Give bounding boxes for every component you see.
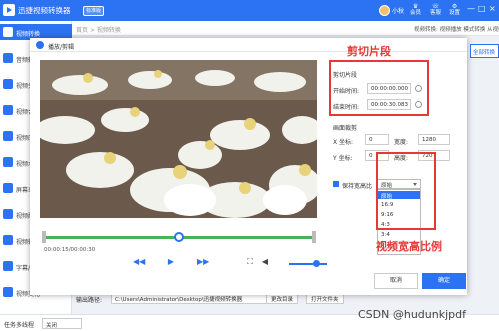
sparkle-icon <box>3 287 13 297</box>
avatar[interactable] <box>379 5 390 16</box>
breadcrumb: 首页 > 视频转换 视频转换: 视频播放 模式转换 从视频转换 <box>72 21 499 36</box>
keep-ratio-label: 保持宽高比 <box>342 183 373 190</box>
output-label: 输出路径: <box>76 297 103 304</box>
video-preview[interactable] <box>40 60 317 218</box>
gif-icon <box>3 235 13 245</box>
breadcrumb-right-text: 视频转换: 视频播放 模式转换 从视频转换 <box>414 27 499 33</box>
video-icon <box>3 27 13 37</box>
width-label: 宽度: <box>394 139 409 146</box>
settings-button[interactable]: ⚙ 设置 <box>449 4 460 17</box>
keep-ratio-checkbox[interactable] <box>333 181 339 187</box>
x-coord-label: X 坐标: <box>333 139 354 146</box>
crop-heading: 画面裁剪 <box>333 125 358 132</box>
watermark: CSDN @hudunkjpdf <box>358 308 466 321</box>
multithread-select[interactable]: 关闭 <box>42 318 82 329</box>
user-name[interactable]: 小秋 <box>392 6 404 15</box>
merge-icon <box>3 105 13 115</box>
clip-annotation-box <box>329 60 429 116</box>
ratio-annotation-label: 视频宽高比例 <box>376 240 442 253</box>
fullscreen-icon[interactable]: ⛶ <box>245 258 255 266</box>
app-title: 迅捷视频转换器 <box>18 6 71 15</box>
breadcrumb-home[interactable]: 首页 <box>76 27 88 34</box>
width-input[interactable]: 1280 <box>418 134 450 145</box>
app-logo-icon <box>3 4 15 16</box>
ok-button[interactable]: 确定 <box>422 273 466 289</box>
version-badge: 标准版 <box>83 6 105 16</box>
monitor-icon <box>3 183 13 193</box>
subtitle-icon <box>3 261 13 271</box>
video-frame-image <box>40 60 317 218</box>
clip-start-handle[interactable] <box>42 231 46 243</box>
cancel-button[interactable]: 取消 <box>374 273 418 289</box>
rewind-icon[interactable]: ◀◀ <box>133 258 145 266</box>
play-icon[interactable]: ▶ <box>166 258 176 266</box>
dialog-icon <box>36 41 44 49</box>
compress-icon <box>3 131 13 141</box>
x-coord-input[interactable]: 0 <box>365 134 389 145</box>
multithread-label: 任务多线程 <box>4 322 35 329</box>
fast-forward-icon[interactable]: ▶▶ <box>197 258 209 266</box>
scissors-icon <box>3 79 13 89</box>
volume-icon[interactable]: ◀ <box>260 258 270 266</box>
service-button[interactable]: ☏ 客服 <box>430 4 441 17</box>
ratio-annotation-box <box>376 152 436 230</box>
clip-annotation-label: 剪切片段 <box>347 45 391 58</box>
breadcrumb-current: 视频转换 <box>96 27 121 34</box>
maximize-button[interactable]: □ <box>478 5 486 13</box>
volume-slider[interactable] <box>289 263 327 265</box>
close-button[interactable]: × <box>489 5 496 13</box>
minimize-button[interactable]: — <box>467 5 475 13</box>
clip-end-handle[interactable] <box>312 231 316 243</box>
title-bar: 迅捷视频转换器 标准版 小秋 ♛ 会员 ☏ 客服 ⚙ 设置 — □ × <box>0 0 499 21</box>
music-icon <box>3 53 13 63</box>
dialog-header: 播放/剪辑 <box>30 38 467 52</box>
convert-all-button[interactable]: 全部转换 <box>470 44 499 58</box>
volume-knob[interactable] <box>312 260 320 267</box>
watermark-icon <box>3 157 13 167</box>
vip-button[interactable]: ♛ 会员 <box>410 4 421 17</box>
y-coord-label: Y 坐标: <box>333 155 353 162</box>
timecode: 00:00:15/00:00:30 <box>44 247 96 253</box>
timeline-knob[interactable] <box>174 232 184 242</box>
note-icon <box>3 209 13 219</box>
dialog-title: 播放/剪辑 <box>48 44 75 51</box>
